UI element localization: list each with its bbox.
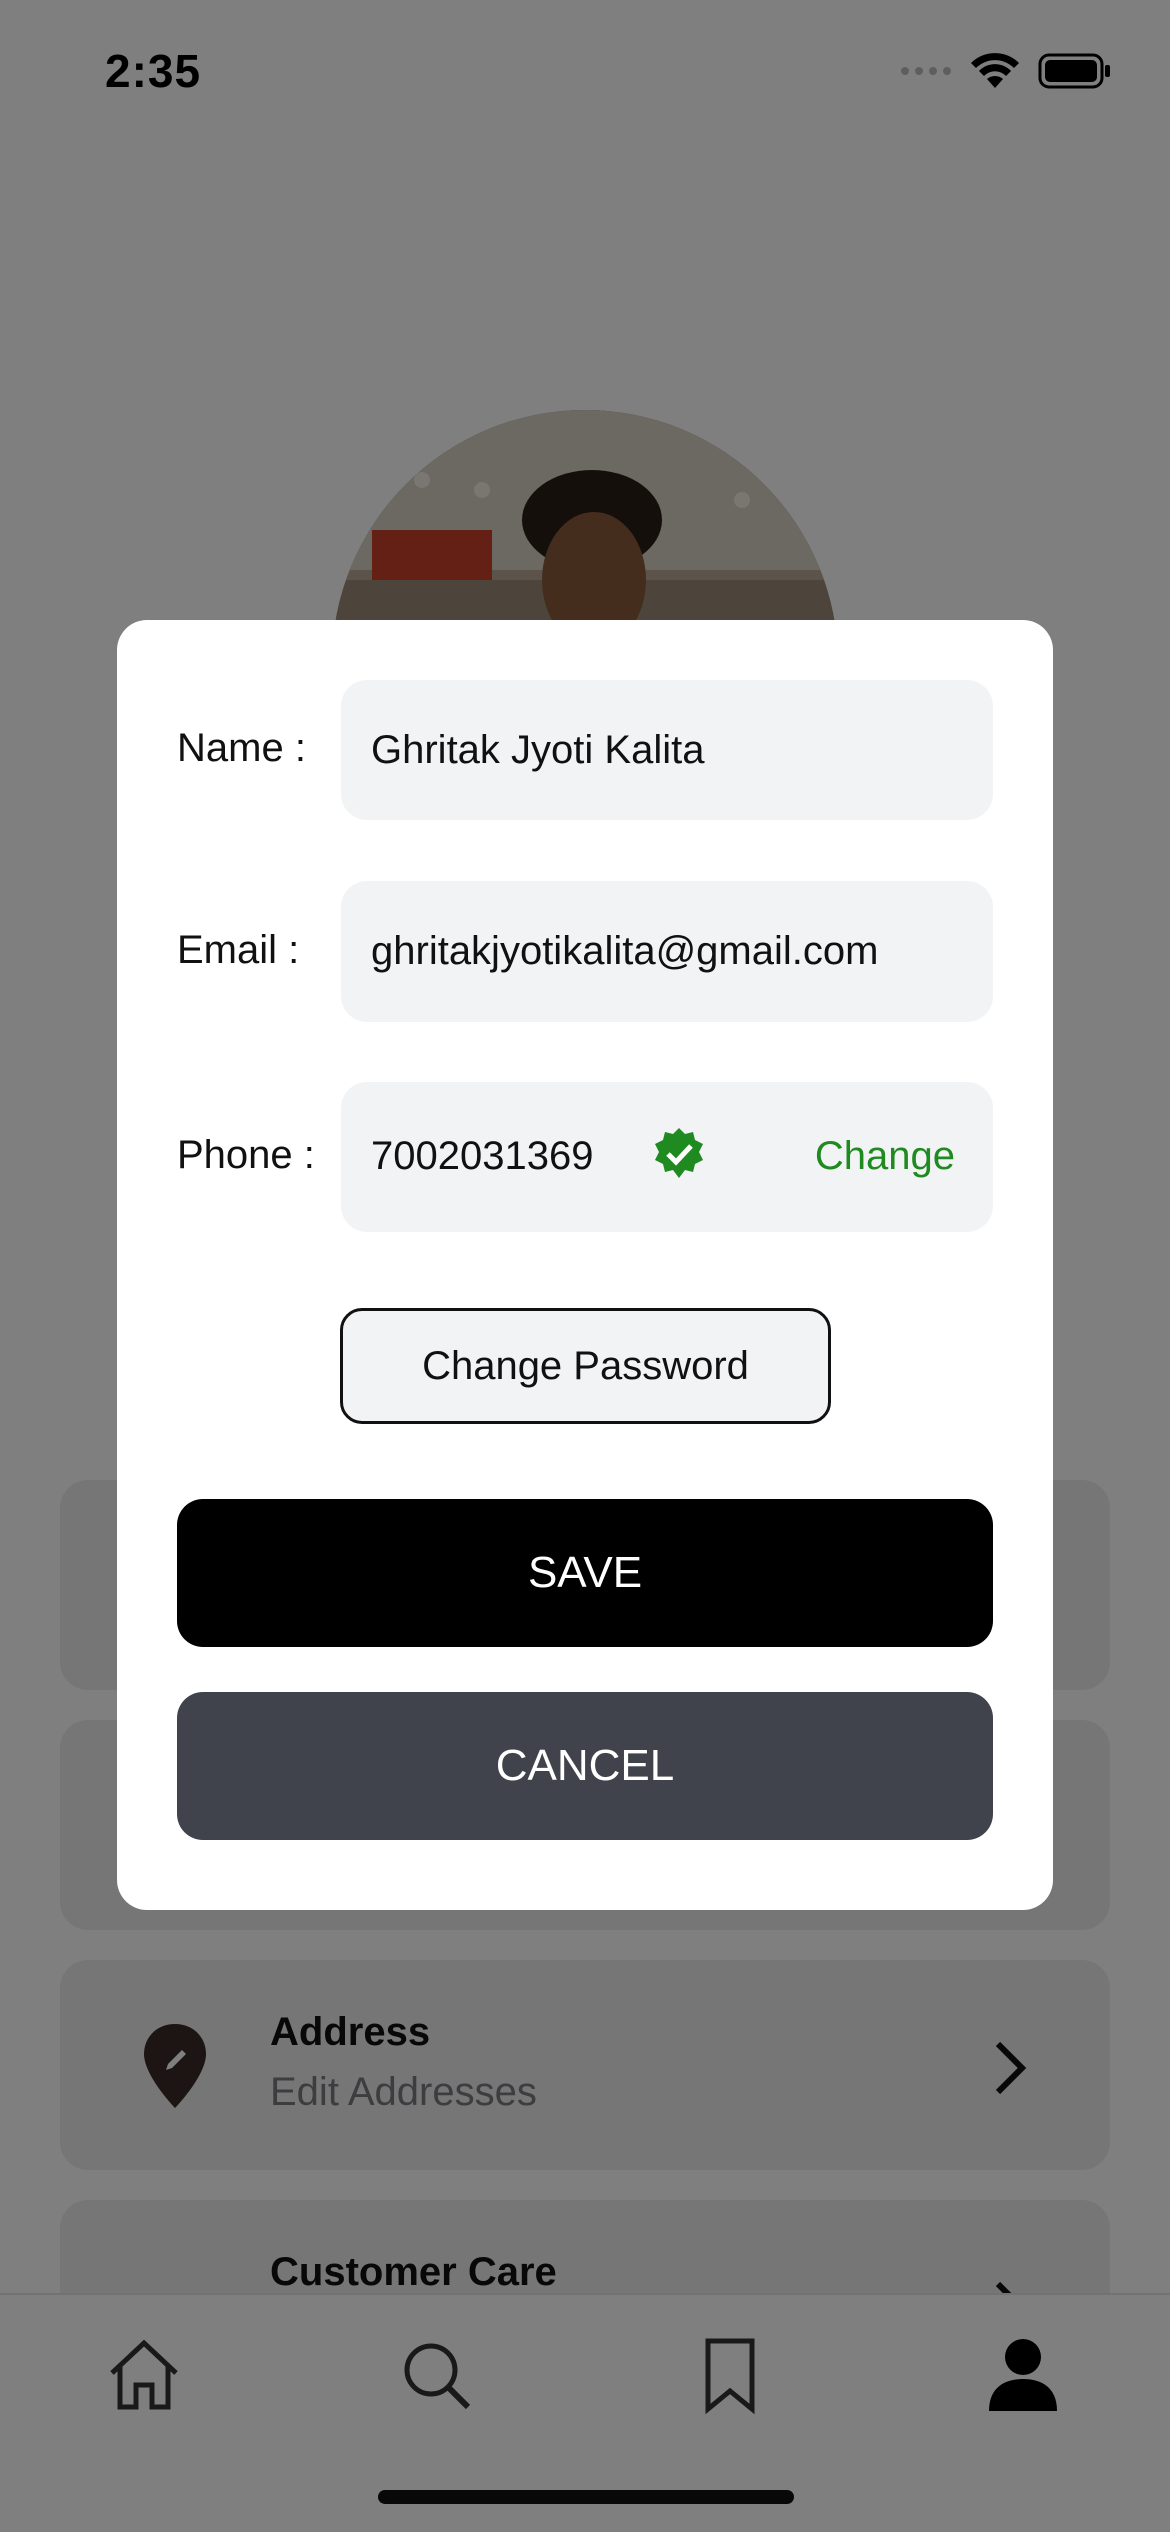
change-password-button[interactable]: Change Password	[340, 1308, 831, 1424]
save-button[interactable]: SAVE	[177, 1499, 993, 1647]
profile-screen: 2:35	[0, 0, 1170, 2532]
name-label: Name :	[177, 726, 306, 770]
name-value: Ghritak Jyoti Kalita	[371, 728, 705, 772]
email-field[interactable]: ghritakjyotikalita@gmail.com	[341, 881, 993, 1022]
verified-badge-icon	[655, 1128, 703, 1178]
edit-profile-modal: Name : Ghritak Jyoti Kalita Email : ghri…	[117, 620, 1053, 1910]
change-phone-link[interactable]: Change	[815, 1134, 955, 1179]
phone-label: Phone :	[177, 1133, 315, 1177]
cancel-button[interactable]: CANCEL	[177, 1692, 993, 1840]
name-field[interactable]: Ghritak Jyoti Kalita	[341, 680, 993, 820]
phone-value: 7002031369	[371, 1134, 594, 1178]
phone-field[interactable]: 7002031369 Change	[341, 1082, 993, 1232]
email-value: ghritakjyotikalita@gmail.com	[371, 929, 879, 973]
email-label: Email :	[177, 928, 300, 972]
